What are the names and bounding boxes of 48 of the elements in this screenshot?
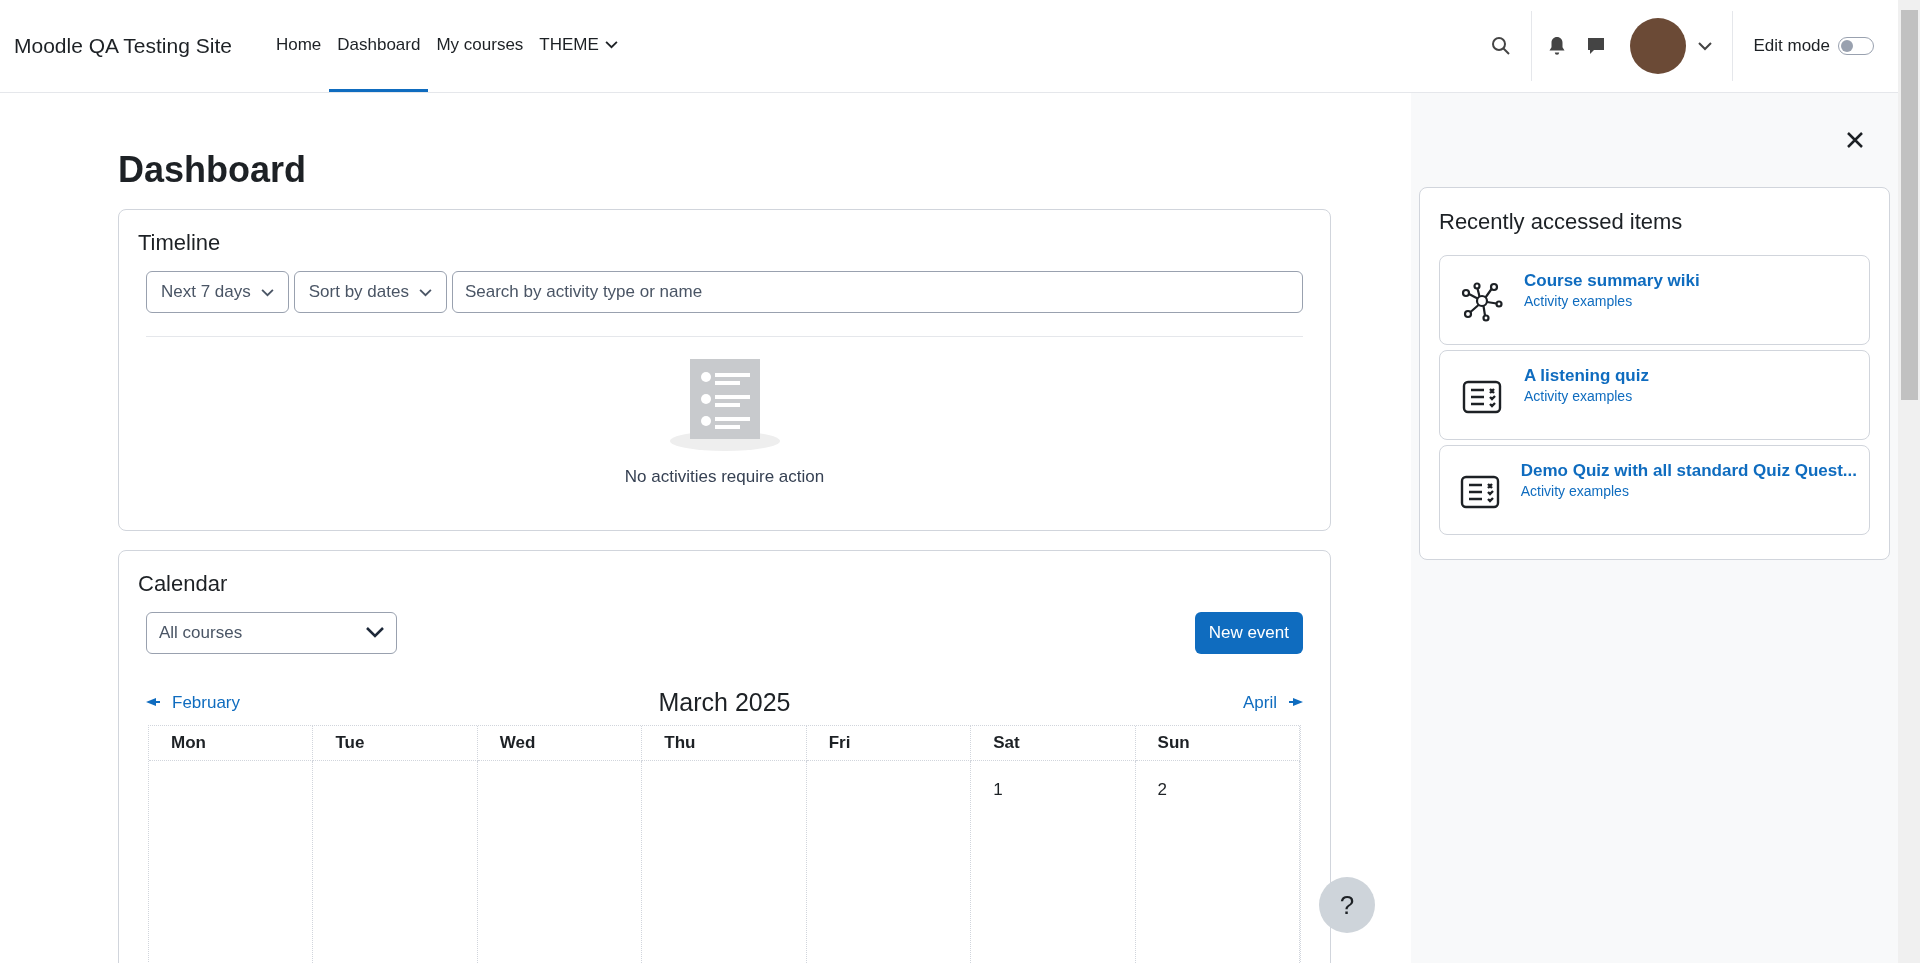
course-dropdown[interactable]: All courses <box>146 611 397 654</box>
right-arrow-icon <box>1289 698 1303 707</box>
weekday-header: Sun <box>1135 726 1300 761</box>
filter-dropdown[interactable]: Next 7 days <box>146 271 289 313</box>
edit-mode-label: Edit mode <box>1753 35 1830 58</box>
site-name[interactable]: Moodle QA Testing Site <box>14 30 232 62</box>
day-number[interactable]: 2 <box>1157 779 1168 799</box>
new-event-button[interactable]: New event <box>1194 611 1303 654</box>
course-name: Activity examples <box>1520 483 1630 501</box>
previous-month-link[interactable]: February <box>146 689 346 715</box>
weekday-header: Mon <box>149 726 314 761</box>
card-title: Calendar <box>138 569 229 598</box>
filter-dropdown[interactable]: Sort by dates <box>293 271 447 313</box>
course-name: Activity examples <box>1524 388 1634 406</box>
item-link[interactable]: Demo Quiz with all standard Quiz Quest... <box>1520 460 1857 482</box>
nav-menu[interactable]: THEME <box>531 0 626 92</box>
weekday-header: Tue <box>313 726 478 761</box>
page-title: Dashboard <box>118 148 308 192</box>
caret-icon <box>604 40 618 49</box>
item-link[interactable]: Course summary wiki <box>1524 270 1700 292</box>
nav-link[interactable]: Dashboard <box>329 0 429 92</box>
weekday-header: Thu <box>642 726 807 761</box>
recent-item-card[interactable]: Course summary wiki Activity examples <box>1439 255 1870 345</box>
weekday-header: Wed <box>477 726 643 761</box>
nav-link[interactable]: Home <box>267 0 330 92</box>
caret-icon <box>366 627 384 638</box>
next-month-link[interactable]: April <box>1103 689 1303 715</box>
course-name: Activity examples <box>1524 293 1634 311</box>
search-field[interactable]: Search by activity type or name <box>451 271 1303 313</box>
recent-item-card[interactable]: A listening quiz Activity examples <box>1439 350 1870 440</box>
help-button[interactable]: ? <box>1319 877 1375 933</box>
card-title: Timeline <box>138 229 222 257</box>
edit-mode-toggle[interactable] <box>1838 37 1874 55</box>
scrollbar[interactable] <box>1898 0 1920 963</box>
caret-icon <box>418 287 432 297</box>
month-title: March 2025 <box>658 686 791 718</box>
left-arrow-icon <box>146 698 160 707</box>
day-number[interactable]: 1 <box>993 779 1003 799</box>
card-title: Recently accessed items <box>1439 208 1684 236</box>
nav-link[interactable]: My courses <box>428 0 532 92</box>
item-link[interactable]: A listening quiz <box>1524 365 1649 387</box>
network-icon <box>1460 280 1504 324</box>
close-icon[interactable] <box>1846 131 1864 149</box>
recent-item-card[interactable]: Demo Quiz with all standard Quiz Quest... Activity examples <box>1439 445 1870 535</box>
empty-message: No activities require action <box>624 466 825 488</box>
weekday-header: Fri <box>806 726 972 761</box>
caret-icon <box>260 287 274 297</box>
weekday-header: Sat <box>971 726 1136 761</box>
